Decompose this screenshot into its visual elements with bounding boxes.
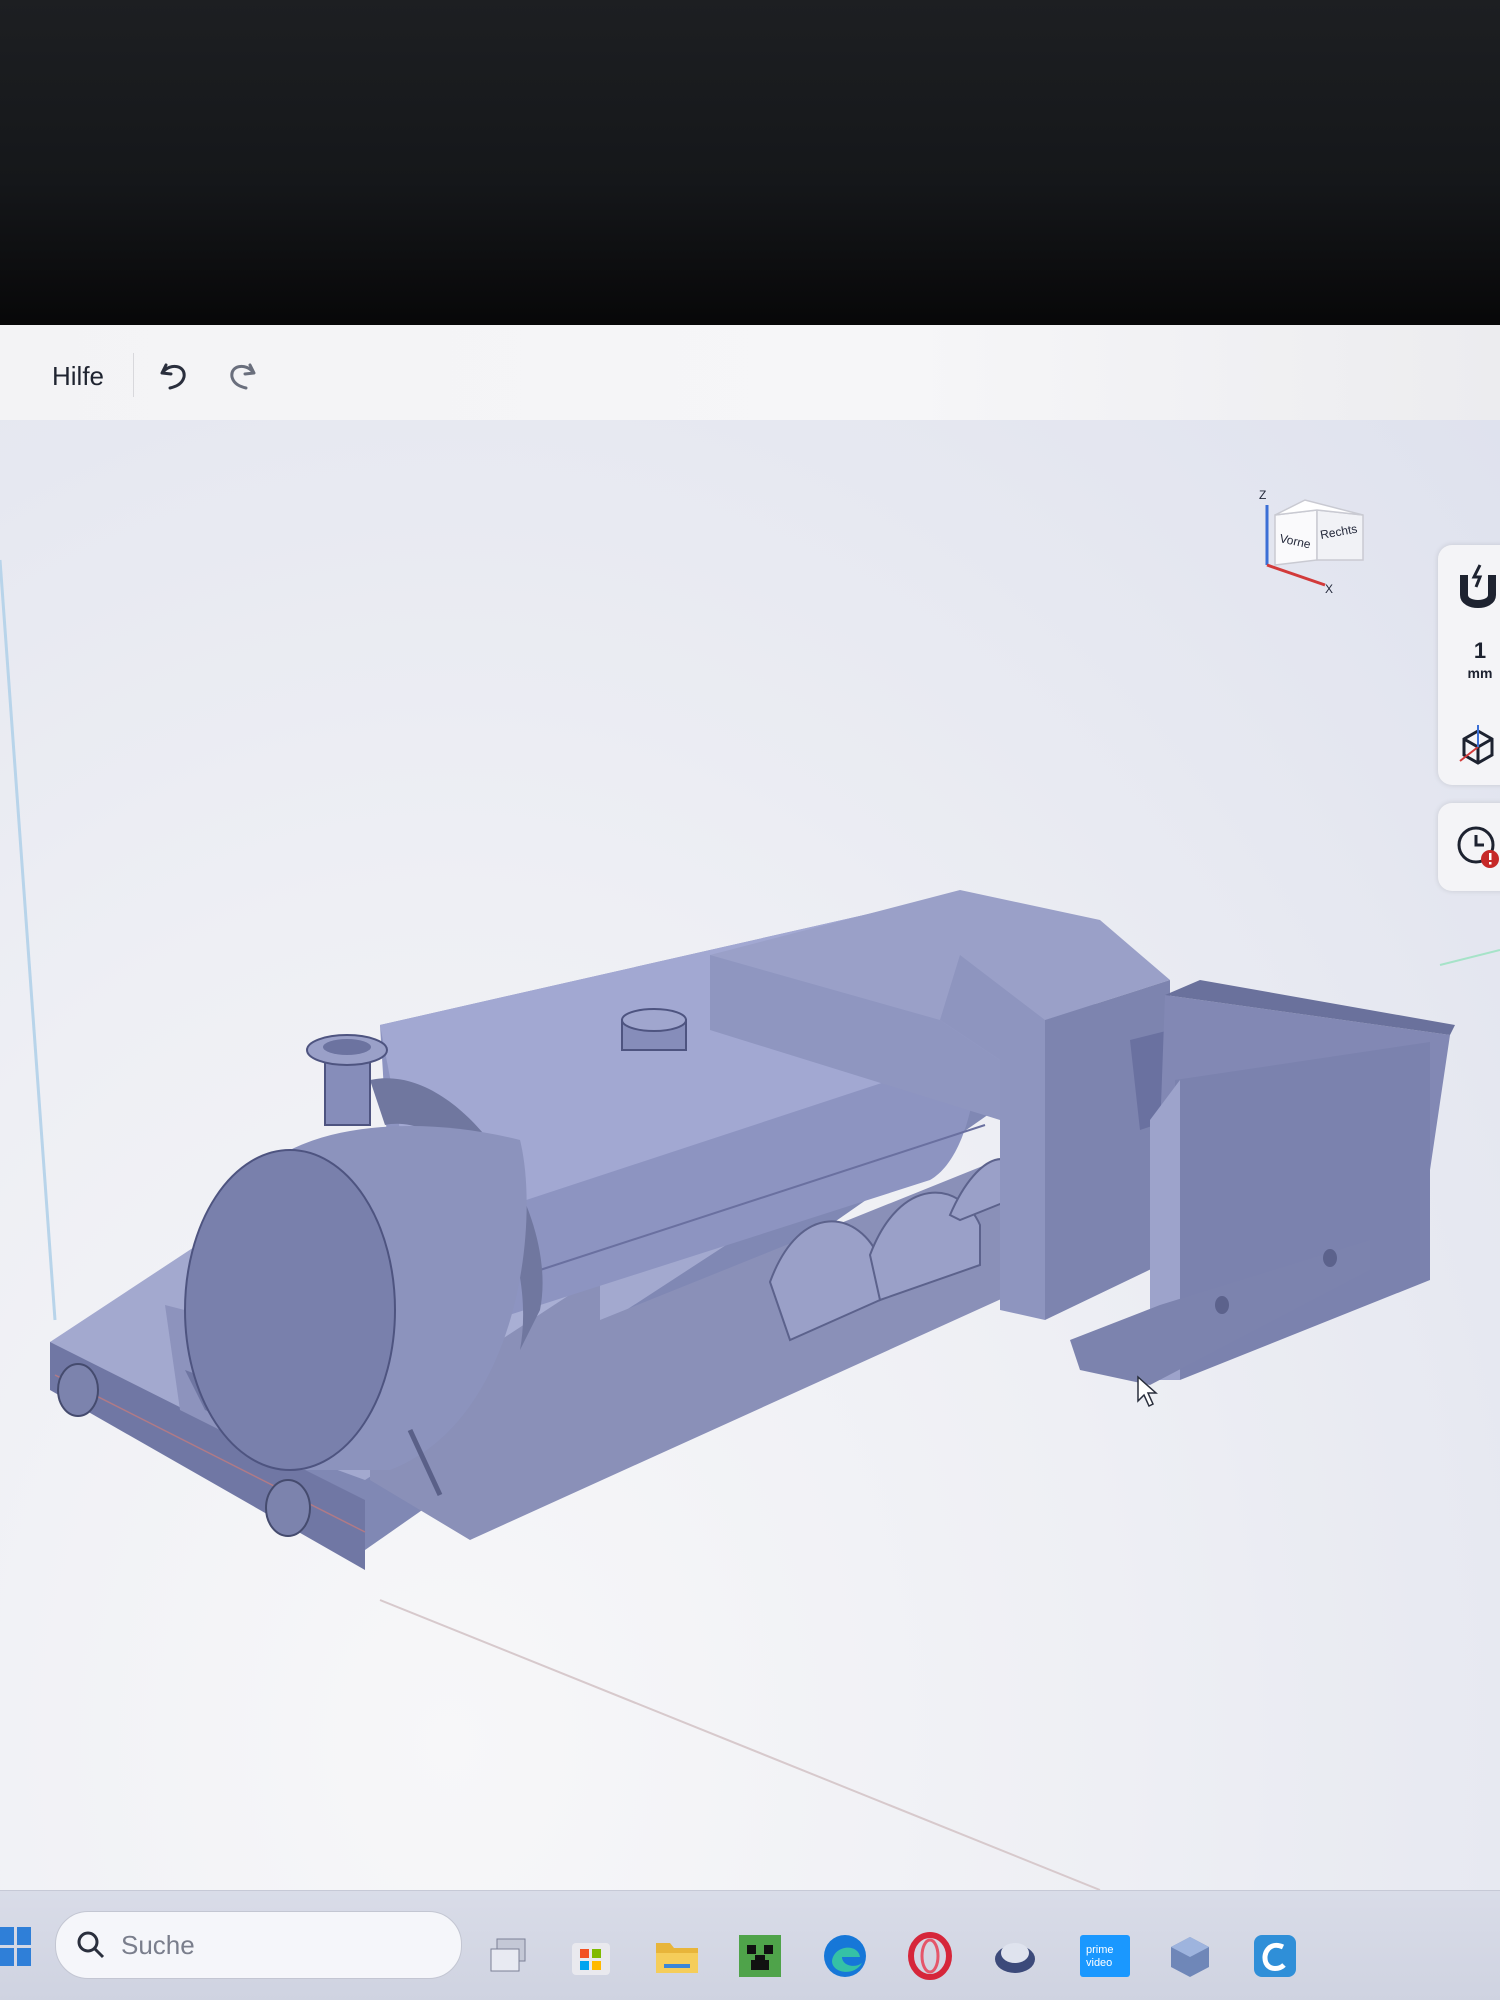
chimney-opening [323, 1039, 371, 1055]
menu-bar: Hilfe [0, 325, 1500, 421]
file-explorer-icon[interactable] [652, 1931, 702, 1981]
magnet-icon[interactable] [1456, 563, 1500, 613]
c-app-icon[interactable] [1250, 1931, 1300, 1981]
tender-hole-1 [1323, 1249, 1337, 1267]
history-panel [1438, 803, 1500, 891]
axis-z-label: Z [1259, 488, 1266, 502]
front-buffer-right [265, 1479, 311, 1537]
prime-label: prime [1086, 1944, 1114, 1956]
mouse-cursor-icon [1137, 1375, 1158, 1408]
green-axis-line [1439, 949, 1500, 966]
help-menu[interactable]: Hilfe [52, 361, 104, 392]
axis-x-label: X [1325, 582, 1333, 595]
ground-axis-line [379, 1599, 1101, 1890]
clock-warning-icon[interactable] [1454, 823, 1500, 871]
locomotive-model[interactable] [0, 420, 1500, 1890]
task-view-icon[interactable] [485, 1931, 535, 1981]
view-cube[interactable]: Z X Vorne Rechts [1255, 485, 1375, 595]
grid-size-unit: mm [1467, 665, 1493, 681]
front-buffer-left [57, 1363, 99, 1417]
grid-size-value[interactable]: 1 [1462, 640, 1498, 662]
opera-icon[interactable] [905, 1931, 955, 1981]
app-icon[interactable] [990, 1931, 1040, 1981]
windows-start-icon[interactable] [0, 1925, 34, 1969]
taskbar-search-box[interactable]: Suche [55, 1911, 462, 1979]
taskbar: Suche prime video [0, 1890, 1500, 2000]
minecraft-icon[interactable] [735, 1931, 785, 1981]
tender-hole-2 [1215, 1296, 1229, 1314]
video-label: video [1086, 1957, 1112, 1969]
prime-video-icon[interactable]: prime video [1078, 1931, 1132, 1981]
app-window: Hilfe Z X Vorne Rechts 1 mm Suche prime … [0, 325, 1500, 2000]
store-icon[interactable] [566, 1931, 616, 1981]
search-placeholder: Suche [121, 1930, 195, 1960]
3d-viewport[interactable]: Z X Vorne Rechts 1 mm [0, 420, 1500, 1890]
redo-icon[interactable] [222, 355, 262, 395]
edge-icon[interactable] [820, 1931, 870, 1981]
cube-view-icon[interactable] [1456, 725, 1500, 765]
cad-app-icon[interactable] [1165, 1931, 1215, 1981]
menu-divider [133, 353, 134, 397]
monitor-bezel [0, 0, 1500, 330]
search-icon [77, 1931, 105, 1959]
y-axis-line [0, 559, 57, 1321]
undo-icon[interactable] [154, 355, 194, 395]
